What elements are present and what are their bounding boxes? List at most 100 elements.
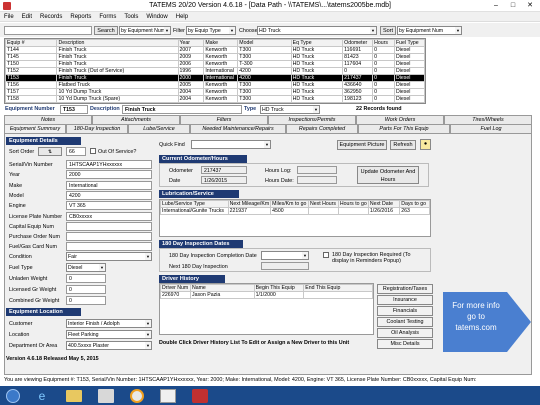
column-header[interactable]: Begin This Equip bbox=[253, 284, 305, 292]
tab-filters[interactable]: Filters bbox=[180, 115, 268, 124]
app-icon-1[interactable] bbox=[98, 389, 114, 403]
field-input[interactable] bbox=[66, 242, 152, 252]
table-row[interactable]: T150 Finish Truck 2006 Kenworth T-300 HD Truc… bbox=[5, 60, 425, 68]
filter-by-select[interactable]: by Equip Type ▼ bbox=[186, 26, 236, 35]
column-header[interactable]: Next Date bbox=[367, 200, 401, 208]
refresh-button[interactable]: Refresh bbox=[390, 140, 416, 150]
condition-select[interactable]: Fair ▼ bbox=[66, 252, 152, 261]
table-row[interactable]: T153 Finish Truck 2000 International 4200 HD … bbox=[5, 74, 425, 82]
inspection-completion-date[interactable]: ▼ bbox=[261, 251, 309, 260]
column-header[interactable]: Fuel Type bbox=[394, 39, 425, 47]
side-button-misc-details[interactable]: Misc Details bbox=[377, 339, 433, 349]
sort-button[interactable]: Sort bbox=[380, 26, 396, 35]
type-select[interactable]: HD Truck ▼ bbox=[260, 105, 320, 114]
maximize-button[interactable]: □ bbox=[505, 1, 521, 11]
description-field[interactable]: Finish Truck bbox=[122, 105, 242, 114]
close-button[interactable]: ✕ bbox=[522, 1, 538, 11]
tab-inspections-permits[interactable]: Inspections/Permits bbox=[268, 115, 356, 124]
table-row[interactable]: International/Gunite Trucks 221937 4500 1/2… bbox=[160, 207, 430, 215]
tab-tires-wheels[interactable]: Tires/Wheels bbox=[444, 115, 532, 124]
column-header[interactable]: Odometer bbox=[342, 39, 374, 47]
column-header[interactable]: Hours to go bbox=[337, 200, 369, 208]
side-button-insurance[interactable]: Insurance bbox=[377, 295, 433, 305]
driver-history-list[interactable]: Driver Num Name Begin This Equip End This E… bbox=[159, 283, 374, 335]
table-row[interactable]: T157 10 Yd Dump Truck 2004 Kenworth T300 HD T… bbox=[5, 88, 425, 96]
column-header[interactable]: Hours bbox=[372, 39, 395, 47]
sort-by-select[interactable]: by Equipment Num ▼ bbox=[397, 26, 462, 35]
menu-reports[interactable]: Reports bbox=[66, 12, 95, 22]
fuel-type-select[interactable]: Diesel ▼ bbox=[66, 263, 106, 272]
choose-select[interactable]: HD Truck ▼ bbox=[257, 26, 377, 35]
table-row[interactable]: 226970 Jason Pazia 1/1/2000 bbox=[160, 291, 373, 299]
column-header[interactable]: Make bbox=[203, 39, 239, 47]
field-input[interactable]: 2000 bbox=[66, 170, 152, 180]
table-row[interactable]: T152 Finish Truck (Out of Service) 1996 Int… bbox=[5, 67, 425, 75]
search-button[interactable]: Search bbox=[94, 26, 118, 35]
menu-file[interactable]: File bbox=[0, 12, 18, 22]
tab-notes[interactable]: Notes bbox=[4, 115, 92, 124]
side-button-coolant-testing[interactable]: Coolant Testing bbox=[377, 317, 433, 327]
search-by-select[interactable]: by Equipment Num ▼ bbox=[119, 26, 171, 35]
out-of-service-checkbox[interactable] bbox=[90, 148, 96, 154]
sort-order-button[interactable]: ⇅ bbox=[38, 147, 62, 156]
column-header[interactable]: Next Mileage/Km bbox=[227, 200, 272, 208]
table-row[interactable]: T158 10 Yd Dump Truck (Spare) 2004 Kenworth… bbox=[5, 95, 425, 103]
lube-service-list[interactable]: Lube/Service Type Next Mileage/Km Miles/Km… bbox=[159, 199, 431, 237]
equipment-number-field[interactable]: T153 bbox=[60, 105, 88, 114]
minimize-button[interactable]: – bbox=[488, 1, 504, 11]
tab-needed-maintenance-repairs[interactable]: Needed Maintenance/Repairs bbox=[190, 124, 286, 133]
equipment-picture-button[interactable]: Equipment Picture bbox=[337, 140, 387, 150]
tab-attachments[interactable]: Attachments bbox=[92, 115, 180, 124]
app-icon-2[interactable] bbox=[130, 389, 144, 403]
column-header[interactable]: End This Equip bbox=[303, 284, 373, 292]
column-header[interactable]: Model bbox=[237, 39, 292, 47]
tab-repairs-completed[interactable]: Repairs Completed bbox=[286, 124, 358, 133]
table-row[interactable]: T145 Finish Truck 2009 Kenworth T300 HD Truck… bbox=[5, 53, 425, 61]
combined-weight-field[interactable]: 0 bbox=[66, 296, 106, 305]
menu-window[interactable]: Window bbox=[142, 12, 171, 22]
browser-icon[interactable]: e bbox=[34, 389, 50, 403]
equipment-list[interactable]: Equip # Description Year Make Model Eq Type Od… bbox=[4, 38, 426, 104]
unladen-weight-field[interactable]: 0 bbox=[66, 274, 106, 283]
quick-find-select[interactable]: ▼ bbox=[191, 140, 271, 149]
tab-work-orders[interactable]: Work Orders bbox=[356, 115, 444, 124]
column-header[interactable]: Next Hours bbox=[308, 200, 339, 208]
search-input[interactable] bbox=[4, 26, 92, 35]
tab-equipment-summary[interactable]: Equipment Summary bbox=[4, 124, 66, 133]
side-button-registration-taxes[interactable]: Registration/Taxes bbox=[377, 284, 433, 294]
side-button-oil-analysis[interactable]: Oil Analysis bbox=[377, 328, 433, 338]
column-header[interactable]: Year bbox=[177, 39, 205, 47]
table-row[interactable]: T156 Flatbed Truck 2005 Kenworth T300 HD Truc… bbox=[5, 81, 425, 89]
customer-select[interactable]: Interior Finish / Adolph ▼ bbox=[66, 319, 152, 328]
menu-forms[interactable]: Forms bbox=[95, 12, 120, 22]
tab-parts-for-this-equip[interactable]: Parts For This Equip bbox=[358, 124, 450, 133]
column-header[interactable]: Equip # bbox=[5, 39, 58, 47]
sort-order-field[interactable]: 66 bbox=[66, 147, 86, 156]
menu-records[interactable]: Records bbox=[36, 12, 66, 22]
tab-lube-service[interactable]: Lube/Service bbox=[128, 124, 190, 133]
column-header[interactable]: Driver Num bbox=[160, 284, 191, 292]
field-input[interactable]: 4200 bbox=[66, 190, 152, 200]
menu-tools[interactable]: Tools bbox=[120, 12, 142, 22]
field-input[interactable]: International bbox=[66, 180, 152, 190]
table-row[interactable]: T144 Finish Truck 2007 Kenworth T300 HD Truck… bbox=[5, 46, 425, 54]
field-input[interactable]: VT 365 bbox=[66, 201, 152, 211]
tab-fuel-log[interactable]: Fuel Log bbox=[450, 124, 532, 133]
column-header[interactable]: Name bbox=[189, 284, 255, 292]
column-header[interactable]: Eq Type bbox=[290, 39, 344, 47]
inspection-required-checkbox[interactable] bbox=[323, 252, 329, 258]
start-button[interactable] bbox=[6, 389, 20, 403]
field-input[interactable] bbox=[66, 221, 152, 231]
licensed-weight-field[interactable]: 0 bbox=[66, 285, 106, 294]
field-input[interactable]: CB0xxxxx bbox=[66, 211, 152, 221]
folder-icon[interactable] bbox=[66, 390, 82, 402]
side-button-financials[interactable]: Financials bbox=[377, 306, 433, 316]
location-select[interactable]: Fleet Parking ▼ bbox=[66, 330, 152, 339]
column-header[interactable]: Description bbox=[56, 39, 179, 47]
column-header[interactable]: Lube/Service Type bbox=[160, 200, 229, 208]
column-header[interactable]: Miles/Km to go bbox=[270, 200, 310, 208]
menu-help[interactable]: Help bbox=[172, 12, 192, 22]
app-icon-3[interactable] bbox=[160, 389, 176, 403]
lightbulb-icon[interactable]: ● bbox=[420, 139, 431, 150]
field-input[interactable] bbox=[66, 232, 152, 242]
